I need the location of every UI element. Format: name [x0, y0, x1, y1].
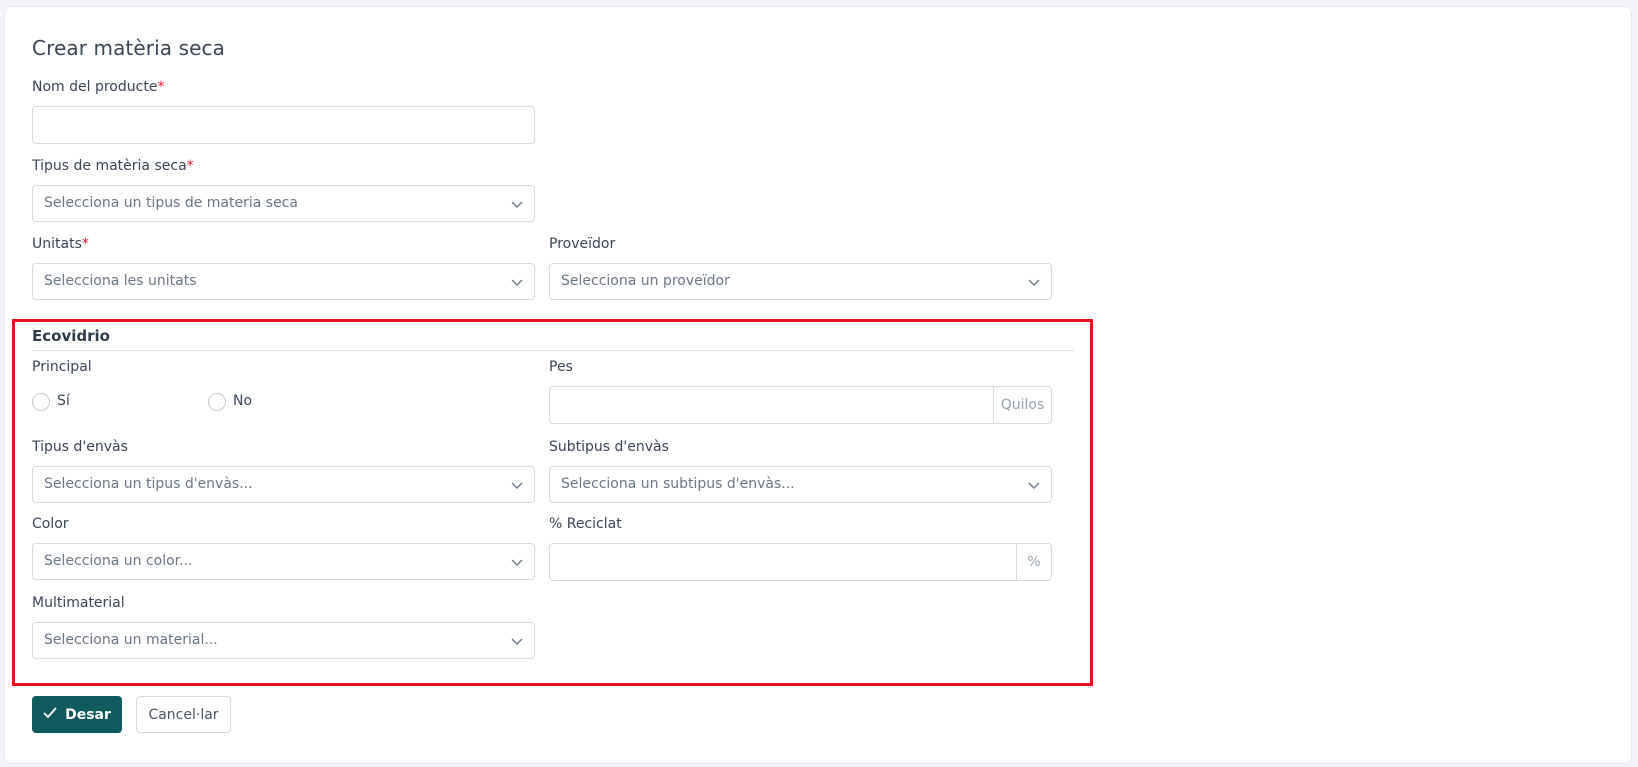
- dry-type-label: Tipus de matèria seca*: [32, 158, 194, 174]
- weight-label: Pes: [549, 359, 573, 375]
- product-name-label: Nom del producte*: [32, 79, 164, 95]
- color-placeholder: Selecciona un color...: [44, 553, 193, 569]
- required-mark: *: [81, 236, 89, 252]
- multimaterial-placeholder: Selecciona un material...: [44, 632, 218, 648]
- page-title: Crear matèria seca: [32, 36, 225, 60]
- supplier-placeholder: Selecciona un proveïdor: [561, 273, 730, 289]
- units-label: Unitats*: [32, 236, 89, 252]
- recycled-input-group[interactable]: %: [549, 543, 1052, 581]
- product-name-input[interactable]: [32, 106, 535, 144]
- color-label: Color: [32, 516, 69, 532]
- principal-yes-label: Sí: [57, 393, 70, 409]
- cancel-button[interactable]: Cancel·lar: [136, 696, 231, 733]
- principal-no-label: No: [233, 393, 253, 409]
- save-button-label: Desar: [65, 706, 111, 723]
- cancel-button-label: Cancel·lar: [148, 706, 219, 723]
- supplier-select[interactable]: Selecciona un proveïdor: [549, 263, 1052, 300]
- color-select[interactable]: Selecciona un color...: [32, 543, 535, 580]
- container-type-placeholder: Selecciona un tipus d'envàs...: [44, 476, 253, 492]
- required-mark: *: [157, 79, 165, 95]
- weight-unit-addon: Quilos: [993, 387, 1051, 423]
- principal-no-radio[interactable]: [208, 393, 226, 411]
- dry-type-select[interactable]: Selecciona un tipus de materia seca: [32, 185, 535, 222]
- check-icon: [43, 706, 57, 723]
- units-label-text: Unitats: [32, 236, 82, 252]
- principal-yes-radio[interactable]: [32, 393, 50, 411]
- product-name-label-text: Nom del producte: [32, 79, 158, 95]
- dry-type-placeholder: Selecciona un tipus de materia seca: [44, 195, 298, 211]
- principal-label: Principal: [32, 359, 92, 375]
- save-button[interactable]: Desar: [32, 696, 122, 733]
- units-select[interactable]: Selecciona les unitats: [32, 263, 535, 300]
- container-subtype-placeholder: Selecciona un subtipus d'envàs...: [561, 476, 795, 492]
- container-type-label: Tipus d'envàs: [32, 439, 128, 455]
- container-type-select[interactable]: Selecciona un tipus d'envàs...: [32, 466, 535, 503]
- container-subtype-label: Subtipus d'envàs: [549, 439, 669, 455]
- container-subtype-select[interactable]: Selecciona un subtipus d'envàs...: [549, 466, 1052, 503]
- recycled-label: % Reciclat: [549, 516, 622, 532]
- multimaterial-select[interactable]: Selecciona un material...: [32, 622, 535, 659]
- chevron-down-icon: [510, 478, 524, 492]
- required-mark: *: [186, 158, 194, 174]
- weight-input-group[interactable]: Quilos: [549, 386, 1052, 424]
- dry-type-label-text: Tipus de matèria seca: [32, 158, 187, 174]
- chevron-down-icon: [510, 634, 524, 648]
- chevron-down-icon: [510, 555, 524, 569]
- supplier-label: Proveïdor: [549, 236, 616, 252]
- units-placeholder: Selecciona les unitats: [44, 273, 197, 289]
- chevron-down-icon: [510, 197, 524, 211]
- chevron-down-icon: [510, 275, 524, 289]
- recycled-unit-addon: %: [1016, 544, 1051, 580]
- multimaterial-label: Multimaterial: [32, 595, 125, 611]
- ecovidrio-section-title: Ecovidrio: [32, 327, 110, 345]
- chevron-down-icon: [1027, 478, 1041, 492]
- section-divider: [32, 350, 1074, 351]
- chevron-down-icon: [1027, 275, 1041, 289]
